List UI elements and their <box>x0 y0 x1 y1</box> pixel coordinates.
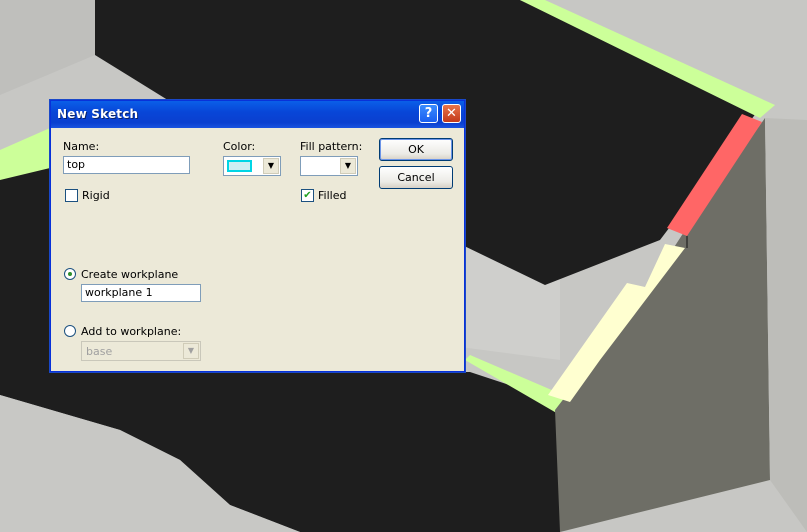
rigid-checkbox[interactable] <box>65 189 78 202</box>
name-label: Name: <box>63 140 100 153</box>
add-to-workplane-dropdown-arrow-icon: ▼ <box>183 343 199 359</box>
filled-label: Filled <box>318 189 347 202</box>
create-workplane-label: Create workplane <box>81 268 179 281</box>
add-to-workplane-value: base <box>86 345 113 358</box>
fill-pattern-dropdown-arrow-icon[interactable]: ▼ <box>340 158 356 174</box>
fill-pattern-label: Fill pattern: <box>300 140 363 153</box>
workplane-name-input[interactable]: workplane 1 <box>81 284 201 302</box>
filled-checkbox[interactable]: ✔ <box>301 189 314 202</box>
new-sketch-dialog: New Sketch ? ✕ Name: top Color: ▼ Fill p… <box>50 100 465 372</box>
name-input[interactable]: top <box>63 156 190 174</box>
right-background <box>765 118 807 532</box>
close-button[interactable]: ✕ <box>442 104 461 123</box>
help-button[interactable]: ? <box>419 104 438 123</box>
fill-pattern-select[interactable]: ▼ <box>300 156 358 176</box>
title-bar[interactable]: New Sketch ? ✕ <box>51 101 464 128</box>
color-dropdown-arrow-icon[interactable]: ▼ <box>263 158 279 174</box>
rigid-label: Rigid <box>82 189 110 202</box>
window-title: New Sketch <box>57 107 139 121</box>
color-picker[interactable]: ▼ <box>223 156 281 176</box>
add-to-workplane-radio[interactable] <box>64 325 76 337</box>
add-to-workplane-label: Add to workplane: <box>81 325 182 338</box>
color-swatch <box>227 160 252 172</box>
ok-button[interactable]: OK <box>379 138 453 161</box>
color-label: Color: <box>223 140 256 153</box>
add-to-workplane-select: base ▼ <box>81 341 201 361</box>
cancel-button[interactable]: Cancel <box>379 166 453 189</box>
create-workplane-radio[interactable] <box>64 268 76 280</box>
